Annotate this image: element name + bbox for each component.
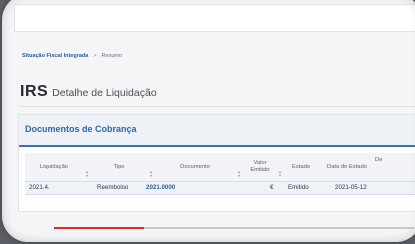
page-title-main: IRS — [20, 83, 49, 100]
cell-valor-emitido: € — [270, 184, 274, 191]
sort-icon[interactable]: ▲ ▼ — [278, 170, 282, 178]
sort-icon[interactable]: ▲ ▼ — [85, 170, 89, 178]
breadcrumb-current: Resumo — [101, 53, 123, 59]
cell-estado: Emitido — [288, 184, 309, 191]
column-header-documento[interactable]: Documento — [155, 153, 235, 181]
video-progress-fill — [54, 227, 144, 229]
cell-tipo: Reembolso — [97, 184, 129, 191]
column-header-data-estado[interactable]: Data de Estado — [321, 153, 373, 181]
cell-data-estado: 2021-05-12 — [335, 184, 367, 191]
documentos-cobranca-panel: Documentos de Cobrança Liquidação ▲ ▼ Tip… — [18, 114, 415, 212]
page-title: IRS Detalhe de Liquidação — [20, 83, 157, 101]
table-row[interactable]: 2021.4. Reembolso 2021.0000 € Emitido 20… — [25, 181, 415, 195]
column-header-liquidacao[interactable]: Liquidação — [25, 153, 83, 181]
cell-documento-link[interactable]: 2021.0000 — [146, 182, 175, 194]
device-screen: Situação Fiscal Integrada > Resumo IRS Deta… — [2, 0, 415, 242]
panel-header: Documentos de Cobrança — [19, 115, 415, 147]
title-divider — [18, 106, 415, 107]
documents-table: Liquidação ▲ ▼ Tipo ▲ ▼ Documento ▲ ▼ Valor… — [25, 153, 415, 195]
top-navigation-bar — [14, 4, 415, 32]
table-header: Liquidação ▲ ▼ Tipo ▲ ▼ Documento ▲ ▼ Valor… — [25, 153, 415, 181]
sort-icon[interactable]: ▲ ▼ — [237, 170, 241, 178]
breadcrumb: Situação Fiscal Integrada > Resumo — [22, 53, 122, 59]
sort-icon[interactable]: ▲ ▼ — [149, 170, 153, 178]
video-progress-bar[interactable] — [54, 227, 414, 229]
panel-title: Documentos de Cobrança — [25, 124, 137, 134]
cell-liquidacao: 2021.4. — [29, 184, 50, 191]
column-header-valor-emitido[interactable]: Valor Emitido — [243, 153, 277, 181]
breadcrumb-separator: > — [93, 53, 97, 59]
column-header-estado[interactable]: Estado — [283, 153, 319, 181]
breadcrumb-link-situacao-fiscal[interactable]: Situação Fiscal Integrada — [22, 53, 88, 59]
page-subtitle: Detalhe de Liquidação — [52, 87, 157, 99]
column-header-tipo[interactable]: Tipo — [91, 153, 147, 181]
